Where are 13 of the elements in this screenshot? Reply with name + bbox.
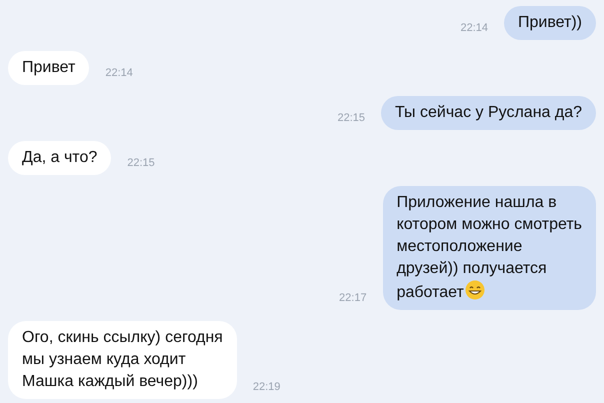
message-time: 22:19 — [252, 380, 280, 394]
message-bubble: Привет — [8, 51, 90, 85]
message-time: 22:17 — [339, 290, 367, 306]
message-bubble: Привет)) — [504, 6, 596, 40]
message-time: 22:14 — [460, 20, 488, 36]
message-bubble: Ого, скинь ссылку) сегодня мы узнаем куда ходит Машка каждый вечер))) — [8, 321, 237, 399]
message-bubble: Приложение нашла в котором можно смотреть местоположение друзей)) получается работает — [382, 186, 596, 310]
message-bubble: Да, а что? — [8, 141, 112, 175]
message-bubble: Ты сейчас у Руслана да? — [380, 96, 596, 130]
smiling-face-icon — [464, 280, 485, 300]
message-time: 22:15 — [127, 156, 155, 170]
message-time: 22:15 — [337, 110, 365, 126]
message-time: 22:14 — [105, 66, 133, 80]
